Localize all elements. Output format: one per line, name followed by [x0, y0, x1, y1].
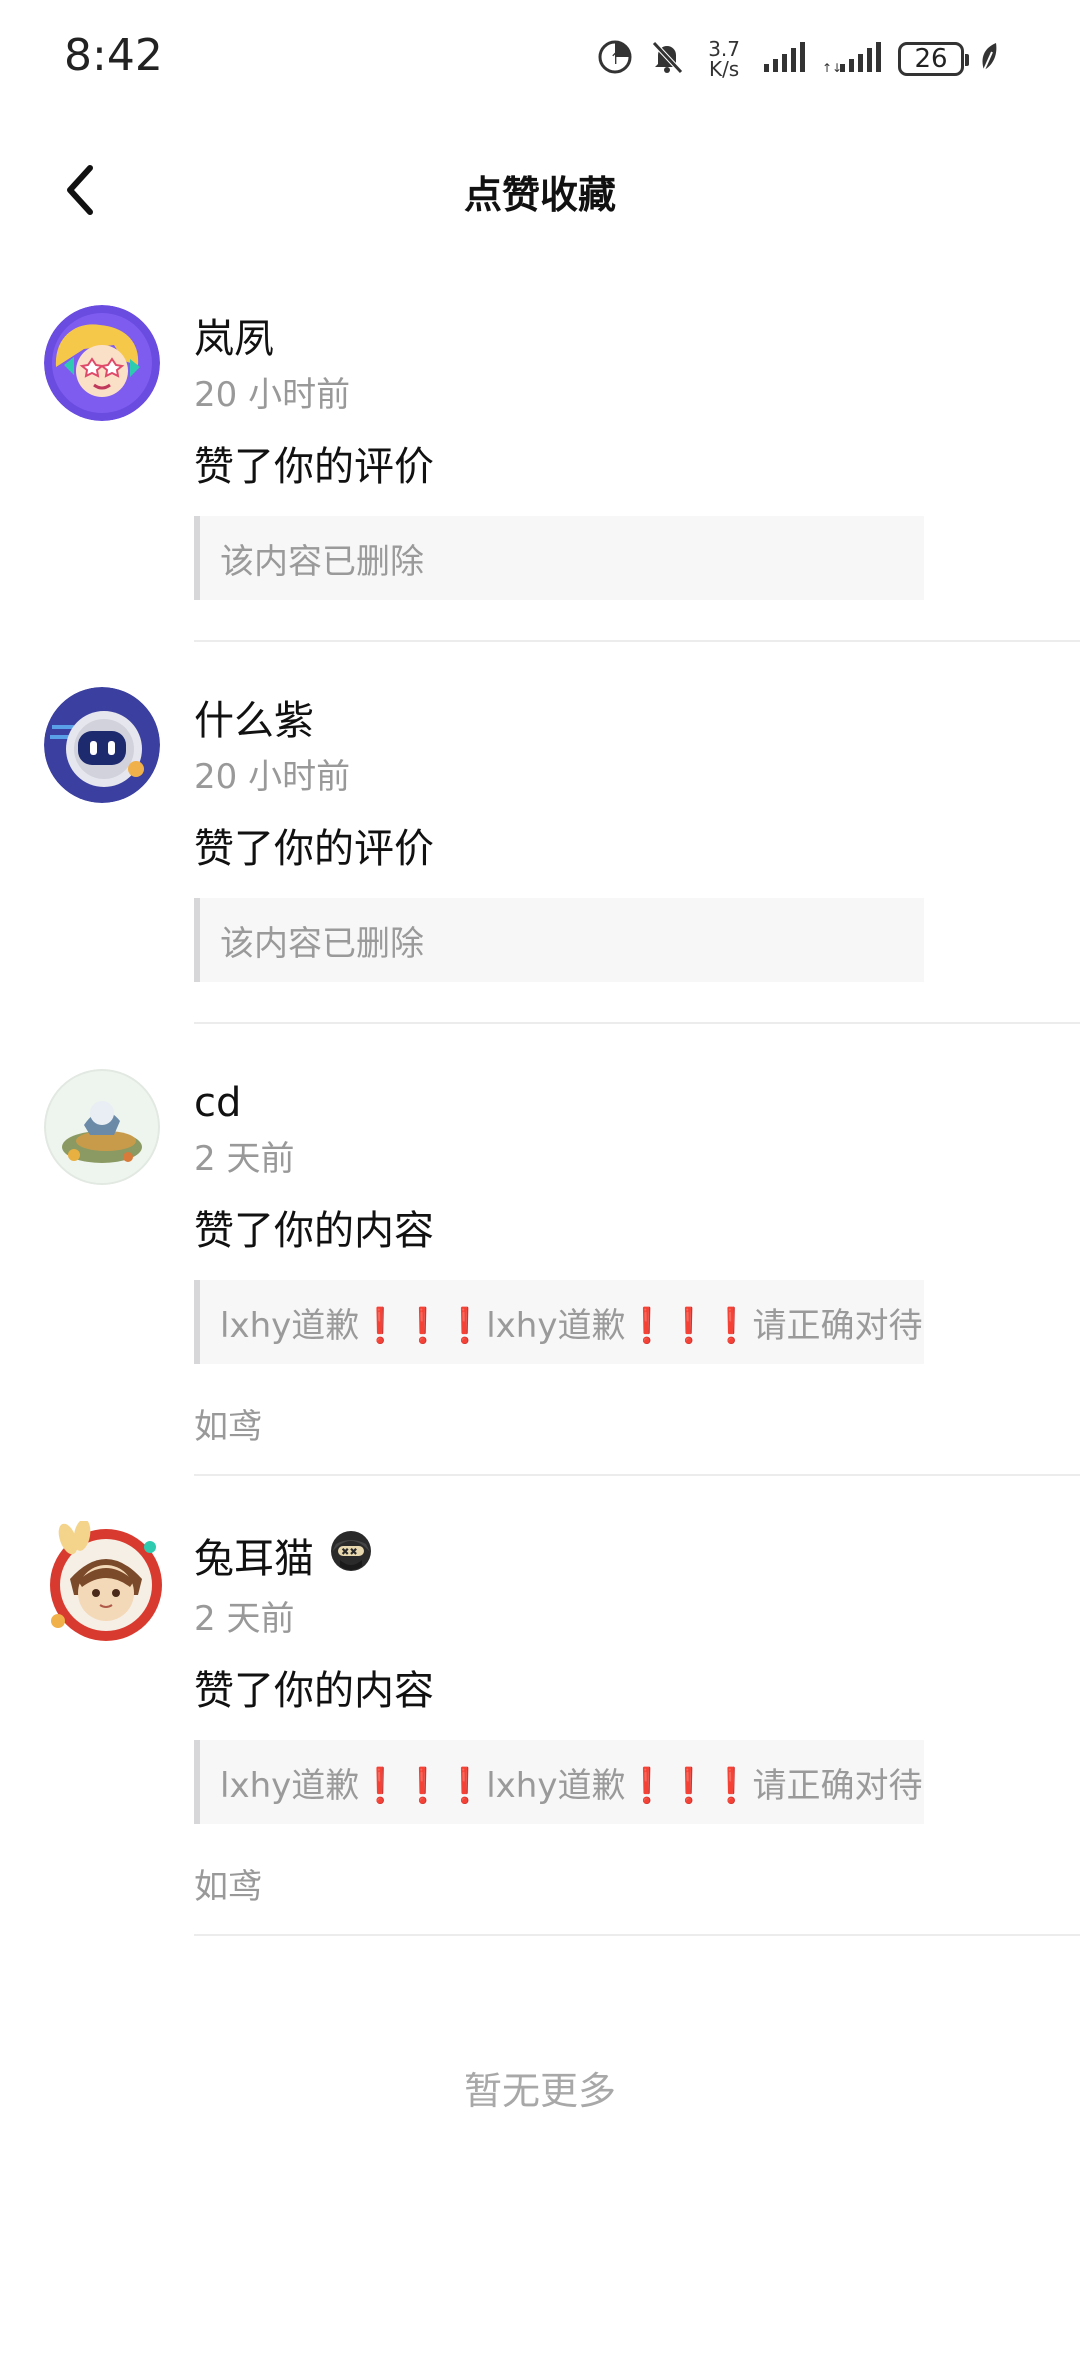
- svg-text:↑↓: ↑↓: [822, 61, 842, 74]
- avatar[interactable]: [44, 305, 160, 421]
- username-text: cd: [194, 1080, 242, 1126]
- item-spacer: [194, 600, 1080, 640]
- list-item[interactable]: cd 2 天前 赞了你的内容 lxhy道歉❗❗❗lxhy道歉❗❗❗请正确对待… …: [0, 1054, 1080, 1476]
- svg-text:✖✖: ✖✖: [341, 1547, 358, 1558]
- status-icons: ↑ 3.7 K/s ↑↓ 26: [596, 34, 1000, 84]
- action-text: 赞了你的评价: [194, 444, 434, 490]
- item-spacer: [194, 982, 1080, 1022]
- status-bar: 8:42 ↑ 3.7 K/s ↑↓ 26: [0, 0, 1080, 120]
- item-spacer: [194, 1912, 1080, 1934]
- timestamp: 2 天前: [194, 1139, 295, 1179]
- svg-text:↑: ↑: [609, 49, 622, 68]
- header: 点赞收藏: [0, 150, 1080, 230]
- quoted-content[interactable]: 该内容已删除: [194, 898, 924, 982]
- source-topic[interactable]: 如鸢: [194, 1402, 1080, 1452]
- timestamp: 20 小时前: [194, 757, 351, 797]
- timestamp: 20 小时前: [194, 375, 351, 415]
- signal-1-icon: [762, 40, 808, 78]
- source-topic[interactable]: 如鸢: [194, 1862, 1080, 1912]
- network-speed: 3.7 K/s: [708, 39, 740, 79]
- list-item[interactable]: 兔耳猫 ✖✖ 2 天前 赞了你的内容 lxhy道歉❗❗❗lxhy道歉❗❗❗请正确…: [0, 1506, 1080, 1936]
- username-text: 兔耳猫: [194, 1536, 314, 1582]
- list-item[interactable]: 什么紫 20 小时前 赞了你的评价 该内容已删除: [0, 672, 1080, 1024]
- item-content: 岚夙 20 小时前 赞了你的评价 该内容已删除: [194, 290, 1080, 642]
- battery-icon: 26: [898, 42, 969, 76]
- status-time: 8:42: [64, 30, 163, 81]
- username[interactable]: cd: [194, 1074, 1080, 1132]
- avatar[interactable]: [44, 1069, 160, 1185]
- quoted-content[interactable]: lxhy道歉❗❗❗lxhy道歉❗❗❗请正确对待…: [194, 1740, 924, 1824]
- quoted-content[interactable]: lxhy道歉❗❗❗lxhy道歉❗❗❗请正确对待…: [194, 1280, 924, 1364]
- avatar[interactable]: [44, 1519, 162, 1641]
- action-text: 赞了你的评价: [194, 826, 434, 872]
- item-content: 什么紫 20 小时前 赞了你的评价 该内容已删除: [194, 672, 1080, 1024]
- item-content: 兔耳猫 ✖✖ 2 天前 赞了你的内容 lxhy道歉❗❗❗lxhy道歉❗❗❗请正确…: [194, 1506, 1080, 1936]
- item-content: cd 2 天前 赞了你的内容 lxhy道歉❗❗❗lxhy道歉❗❗❗请正确对待… …: [194, 1054, 1080, 1476]
- data-saver-icon: ↑: [596, 38, 634, 80]
- leaf-icon: [978, 40, 1000, 78]
- action-text: 赞了你的内容: [194, 1208, 434, 1254]
- username-text: 什么紫: [194, 698, 314, 744]
- net-speed-unit: K/s: [708, 57, 740, 81]
- username[interactable]: 什么紫: [194, 692, 1080, 750]
- notification-list: 岚夙 20 小时前 赞了你的评价 该内容已删除 什么紫 20 小时前 赞了你的评…: [0, 290, 1080, 1936]
- username[interactable]: 岚夙: [194, 310, 1080, 368]
- dark-mask-badge-icon: ✖✖: [326, 1526, 376, 1592]
- battery-level: 26: [914, 44, 948, 74]
- action-text: 赞了你的内容: [194, 1668, 434, 1714]
- username[interactable]: 兔耳猫 ✖✖: [194, 1526, 1080, 1592]
- no-more-text: 暂无更多: [463, 2069, 616, 2113]
- net-speed-value: 3.7: [708, 37, 740, 61]
- avatar[interactable]: [44, 687, 160, 803]
- list-item[interactable]: 岚夙 20 小时前 赞了你的评价 该内容已删除: [0, 290, 1080, 642]
- item-spacer: [194, 1452, 1080, 1474]
- timestamp: 2 天前: [194, 1599, 295, 1639]
- username-text: 岚夙: [194, 316, 274, 362]
- signal-2-icon: ↑↓: [822, 40, 884, 78]
- mute-icon: [648, 38, 686, 80]
- quoted-content[interactable]: 该内容已删除: [194, 516, 924, 600]
- page-title: 点赞收藏: [463, 173, 616, 217]
